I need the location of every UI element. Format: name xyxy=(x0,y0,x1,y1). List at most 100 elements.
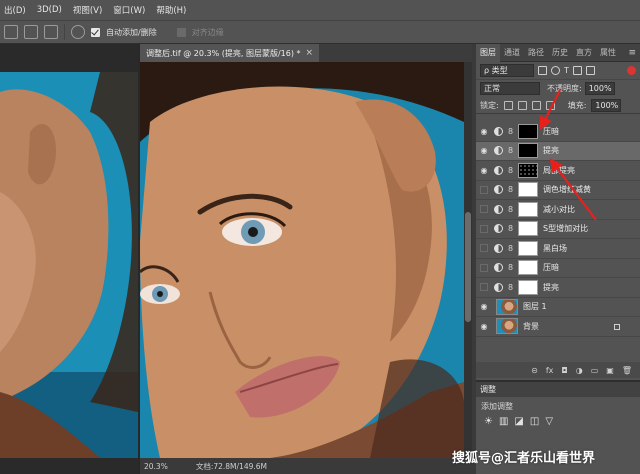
exposure-icon[interactable]: ◫ xyxy=(530,416,539,427)
layer-mask-thumbnail[interactable] xyxy=(518,143,538,159)
new-layer-icon[interactable]: ▣ xyxy=(606,366,614,375)
lock-image-icon[interactable] xyxy=(517,100,527,110)
panel-menu-icon[interactable]: ≡ xyxy=(628,48,640,58)
tab-paths[interactable]: 路径 xyxy=(524,44,548,62)
fx-icon[interactable]: fx xyxy=(546,366,554,375)
layer-name[interactable]: 图层 1 xyxy=(523,301,547,312)
lock-position-icon[interactable] xyxy=(531,100,541,110)
layer-mask-thumbnail[interactable] xyxy=(518,162,538,178)
auto-add-delete-checkbox[interactable] xyxy=(91,27,100,37)
menu-item-view[interactable]: 视图(V) xyxy=(73,4,102,16)
layer-row[interactable]: 8 压暗 xyxy=(476,259,640,278)
layer-row[interactable]: 8 调色增红减黄 xyxy=(476,181,640,200)
eye-hidden-icon[interactable] xyxy=(476,185,492,194)
link-icon[interactable]: 8 xyxy=(506,127,515,136)
layer-name[interactable]: 调色增红减黄 xyxy=(543,184,591,195)
eye-hidden-icon[interactable] xyxy=(476,224,492,233)
link-icon[interactable]: 8 xyxy=(506,244,515,253)
menu-item-3d-fragment[interactable]: 出(D) xyxy=(4,4,26,16)
layer-name[interactable]: S型增加对比 xyxy=(543,223,588,234)
fill-input[interactable]: 100% xyxy=(591,98,622,112)
layer-image-thumbnail[interactable] xyxy=(496,298,518,315)
eye-hidden-icon[interactable] xyxy=(476,244,492,253)
layer-row[interactable]: ◉ 8 局部提亮 xyxy=(476,161,640,181)
link-icon[interactable]: 8 xyxy=(506,185,515,194)
path-ops-icon[interactable] xyxy=(4,25,18,39)
layer-row[interactable]: ◉ 背景 xyxy=(476,317,640,337)
layer-row-selected[interactable]: ◉ 8 提亮 xyxy=(476,141,640,161)
zoom-level[interactable]: 20.3% xyxy=(144,462,168,471)
eye-hidden-icon[interactable] xyxy=(476,263,492,272)
tab-adjustments[interactable]: 调整 xyxy=(476,382,640,397)
layer-name[interactable]: 压暗 xyxy=(543,126,559,137)
eye-icon[interactable]: ◉ xyxy=(476,146,492,155)
layer-mask-thumbnail[interactable] xyxy=(518,182,538,198)
layer-row[interactable]: ◉ 图层 1 xyxy=(476,298,640,317)
layer-mask-thumbnail[interactable] xyxy=(518,201,538,217)
layer-row[interactable]: 8 S型增加对比 xyxy=(476,220,640,239)
trash-icon[interactable]: 🗑 xyxy=(622,366,632,375)
link-icon[interactable]: 8 xyxy=(506,166,515,175)
vertical-scrollbar[interactable] xyxy=(464,62,472,458)
link-icon[interactable]: 8 xyxy=(506,205,515,214)
link-icon[interactable]: 8 xyxy=(506,283,515,292)
scrollbar-thumb[interactable] xyxy=(465,212,471,322)
tab-history[interactable]: 历史 xyxy=(548,44,572,62)
layer-row[interactable]: 8 提亮 xyxy=(476,278,640,298)
eye-icon[interactable]: ◉ xyxy=(476,166,492,175)
layer-name[interactable]: 减小对比 xyxy=(543,204,575,215)
layer-name[interactable]: 提亮 xyxy=(543,282,559,293)
lock-all-icon[interactable] xyxy=(545,100,555,110)
layer-mask-thumbnail[interactable] xyxy=(518,221,538,237)
menu-item-help[interactable]: 帮助(H) xyxy=(156,4,186,16)
link-icon[interactable]: 8 xyxy=(506,224,515,233)
tab-channels[interactable]: 通道 xyxy=(500,44,524,62)
eye-icon[interactable]: ◉ xyxy=(476,302,492,311)
eye-hidden-icon[interactable] xyxy=(476,205,492,214)
filter-adjustment-icon[interactable] xyxy=(551,66,560,75)
layer-name[interactable]: 压暗 xyxy=(543,262,559,273)
levels-icon[interactable]: ▥ xyxy=(499,416,508,427)
layer-name[interactable]: 局部提亮 xyxy=(543,165,575,176)
layer-name[interactable]: 黑白场 xyxy=(543,243,567,254)
layer-row[interactable]: 8 减小对比 xyxy=(476,200,640,220)
eye-hidden-icon[interactable] xyxy=(476,283,492,292)
brightness-icon[interactable]: ☀ xyxy=(484,416,493,427)
link-layers-icon[interactable]: ⊝ xyxy=(531,366,538,375)
menu-item-window[interactable]: 窗口(W) xyxy=(113,4,145,16)
tab-layers[interactable]: 图层 xyxy=(476,43,500,62)
layer-mask-thumbnail[interactable] xyxy=(518,123,538,139)
filter-kind-select[interactable]: ρ 类型 xyxy=(480,64,534,77)
layer-name[interactable]: 背景 xyxy=(523,321,539,332)
filter-shape-icon[interactable] xyxy=(572,66,582,75)
curves-icon[interactable]: ◪ xyxy=(514,416,523,427)
close-icon[interactable]: × xyxy=(306,48,314,58)
link-icon[interactable]: 8 xyxy=(506,263,515,272)
lock-transparent-icon[interactable] xyxy=(503,100,513,110)
new-adjustment-icon[interactable]: ◑ xyxy=(576,366,583,375)
opacity-input[interactable]: 100% xyxy=(584,82,615,95)
new-group-icon[interactable]: ▭ xyxy=(591,366,599,375)
path-align-icon[interactable] xyxy=(24,25,38,39)
filter-smart-icon[interactable] xyxy=(585,66,595,75)
layer-row[interactable]: ◉ 8 压暗 xyxy=(476,122,640,142)
tab-histogram[interactable]: 直方 xyxy=(572,44,596,62)
eye-icon[interactable]: ◉ xyxy=(476,127,492,136)
blend-mode-select[interactable]: 正常 xyxy=(480,82,540,95)
layer-mask-thumbnail[interactable] xyxy=(518,279,538,295)
gear-icon[interactable] xyxy=(71,25,85,39)
eye-icon[interactable]: ◉ xyxy=(476,322,492,331)
path-arrange-icon[interactable] xyxy=(44,25,58,39)
add-mask-icon[interactable]: ◘ xyxy=(561,366,567,375)
align-edges-checkbox[interactable] xyxy=(176,27,186,37)
layer-mask-thumbnail[interactable] xyxy=(518,240,538,256)
layer-mask-thumbnail[interactable] xyxy=(518,260,538,276)
layer-name[interactable]: 提亮 xyxy=(543,145,559,156)
tab-properties[interactable]: 属性 xyxy=(596,44,620,62)
link-icon[interactable]: 8 xyxy=(506,146,515,155)
vibrance-icon[interactable]: ▽ xyxy=(545,416,553,427)
filter-toggle[interactable] xyxy=(627,66,636,75)
document-tab[interactable]: 调整后.tif @ 20.3% (提亮, 图层蒙版/16) * × xyxy=(140,44,320,62)
layer-image-thumbnail[interactable] xyxy=(496,318,518,335)
filter-type-icon[interactable]: T xyxy=(564,66,569,75)
